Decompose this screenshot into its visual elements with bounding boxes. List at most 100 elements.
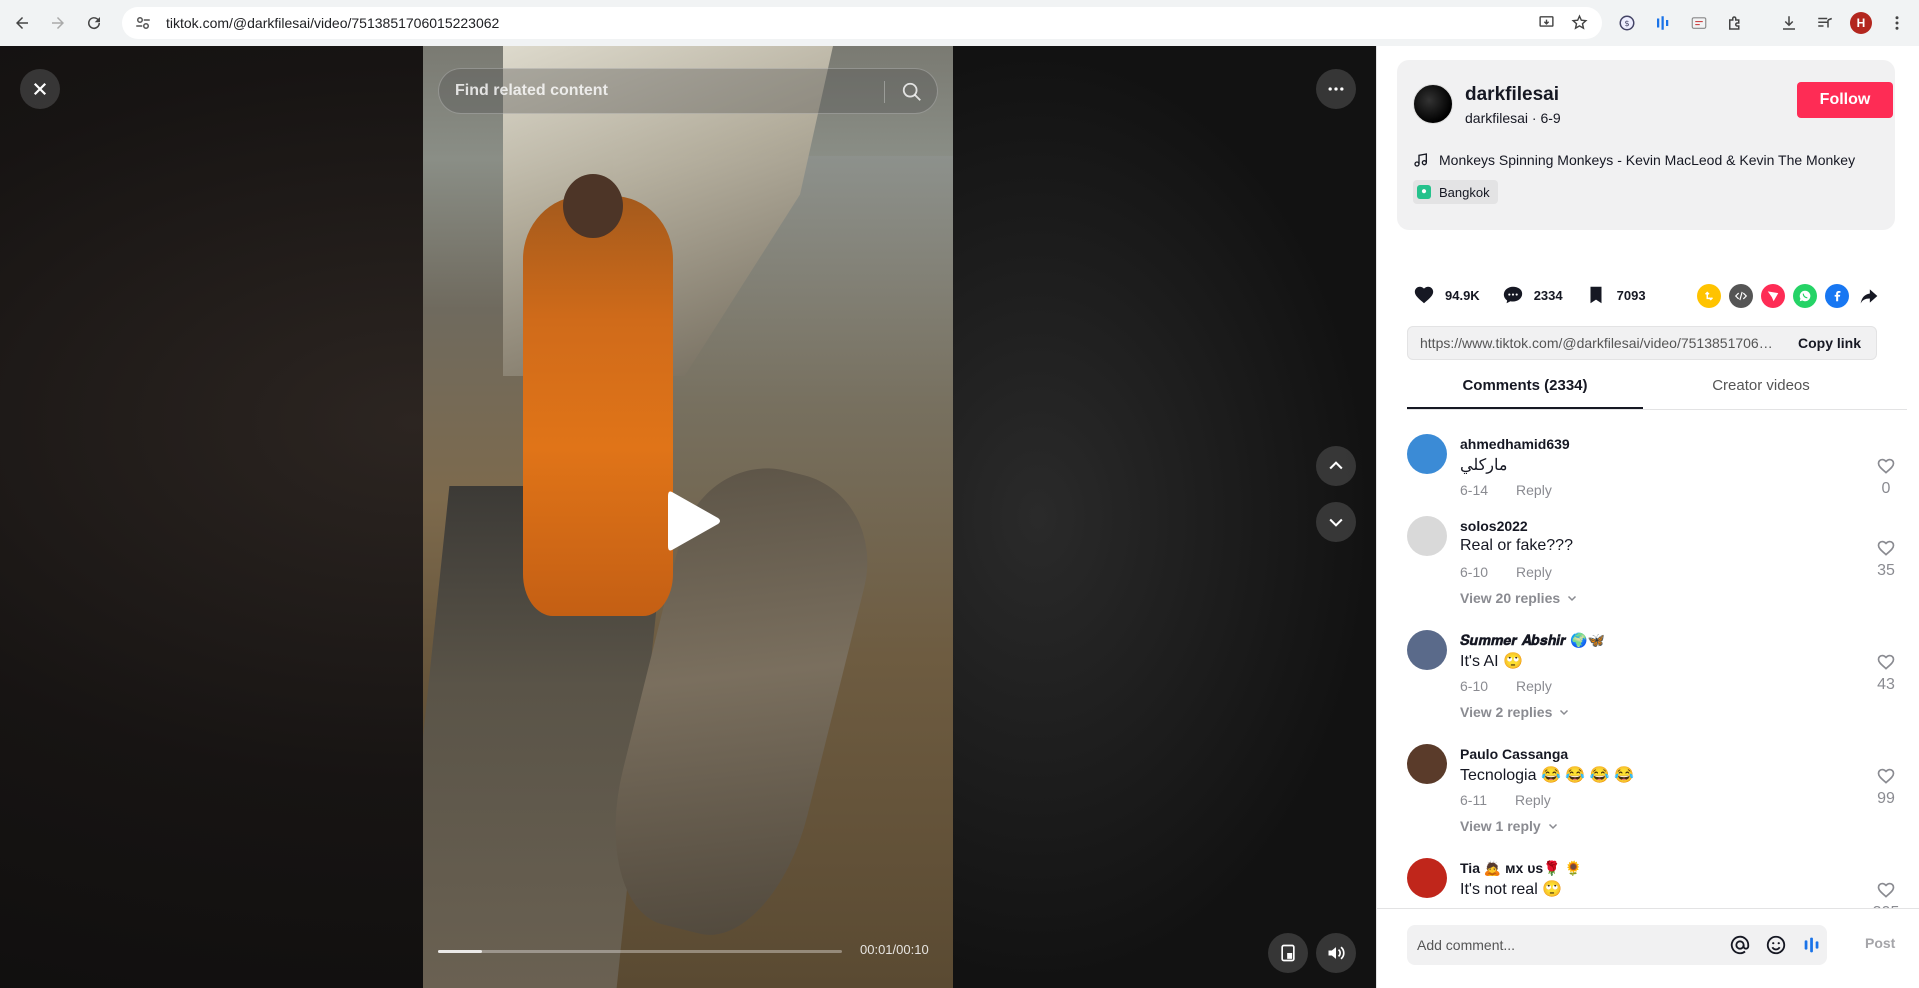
volume-icon [1328,946,1345,960]
comment-like-count: 0 [1881,480,1891,497]
tab-creator-videos[interactable]: Creator videos [1643,364,1879,409]
comment-username[interactable]: Paulo Cassanga [1460,746,1568,762]
menu-kebab-icon[interactable] [1882,7,1912,39]
send-to-friends-icon[interactable] [1761,284,1785,308]
share-buttons [1697,284,1881,308]
find-related-search[interactable] [438,68,938,114]
video-link-text[interactable]: https://www.tiktok.com/@darkfilesai/vide… [1420,335,1780,351]
view-replies-button[interactable]: View 1 reply [1460,818,1559,834]
comment-avatar[interactable] [1407,630,1447,670]
music-link[interactable]: Monkeys Spinning Monkeys - Kevin MacLeod… [1413,152,1855,168]
search-input[interactable] [455,82,875,100]
whatsapp-icon[interactable] [1793,284,1817,308]
save-stat[interactable]: 7093 [1585,284,1646,306]
comment-stat[interactable]: 2334 [1502,284,1563,306]
comment-username[interactable]: solos2022 [1460,518,1528,534]
reply-button[interactable]: Reply [1516,678,1552,694]
view-replies-label: View 20 replies [1460,590,1561,606]
audio-extension-icon[interactable] [1648,7,1678,39]
save-count: 7093 [1616,287,1646,303]
comment-input-box [1407,925,1827,965]
video-time: 00:01/00:10 [860,942,929,957]
floating-player-button[interactable] [1268,933,1308,973]
comment-like-button[interactable]: 0 [1871,456,1901,498]
voice-extension-icon[interactable] [1801,934,1823,956]
comment-avatar[interactable] [1407,516,1447,556]
play-icon[interactable] [664,486,724,556]
comment-avatar[interactable] [1407,744,1447,784]
location-pin-icon [1417,185,1431,199]
heart-outline-icon [1877,458,1895,474]
location-label: Bangkok [1439,184,1490,200]
address-bar[interactable]: tiktok.com/@darkfilesai/video/7513851706… [122,7,1602,39]
heart-outline-icon [1877,882,1895,898]
comment-like-button[interactable]: 35 [1871,538,1901,580]
share-arrow-icon[interactable] [1857,284,1881,308]
comment-like-count: 99 [1877,790,1895,807]
chevron-down-icon [1548,823,1557,830]
video-progress-bar[interactable] [438,950,842,953]
comment-avatar[interactable] [1407,858,1447,898]
author-subtitle: darkfilesai · 6-9 [1465,110,1561,126]
tab-comments[interactable]: Comments (2334) [1407,364,1643,409]
forward-icon[interactable] [40,5,76,41]
post-button[interactable]: Post [1865,935,1895,951]
comment-text: It's not real 🙄 [1460,881,1563,898]
extension-icon[interactable]: $ [1612,7,1642,39]
reply-button[interactable]: Reply [1515,792,1551,808]
download-icon[interactable] [1774,7,1804,39]
media-control-icon[interactable] [1810,7,1840,39]
location-tag[interactable]: Bangkok [1413,180,1498,204]
comment-username[interactable]: Tia 🙇 ᴍx ᴜs🌹 🌻 [1460,860,1582,877]
install-app-icon[interactable] [1538,14,1555,31]
comment-input[interactable] [1417,937,1737,953]
comment-username[interactable]: ahmedhamid639 [1460,436,1570,452]
embed-code-icon[interactable] [1729,284,1753,308]
comment-avatar[interactable] [1407,434,1447,474]
profile-avatar[interactable]: H [1846,7,1876,39]
chevron-up-icon [1329,461,1343,470]
comment-text: Real or fake??? [1460,537,1573,554]
site-settings-icon[interactable] [134,14,152,32]
comment-item: Paulo Cassanga Tecnologia 😂 😂 😂 😂 6-11 R… [1407,736,1907,850]
view-replies-label: View 1 reply [1460,818,1541,834]
comment-like-button[interactable]: 43 [1871,652,1901,694]
like-stat[interactable]: 94.9K [1413,284,1480,306]
emoji-icon[interactable] [1765,934,1787,956]
author-avatar[interactable] [1413,84,1453,124]
back-icon[interactable] [4,5,40,41]
comment-text: ماركلي [1460,457,1508,474]
comment-date: 6-10 [1460,564,1489,580]
reply-button[interactable]: Reply [1516,482,1552,498]
comment-username[interactable]: 𝑺𝒖𝒎𝒎𝒆𝒓 𝑨𝒃𝒔𝒉𝒊𝒓 🌍🦋 [1460,632,1605,649]
comment-item: solos2022 Real or fake??? 6-10 Reply Vie… [1407,508,1907,622]
copy-link-button[interactable]: Copy link [1798,335,1861,351]
reply-button[interactable]: Reply [1516,564,1552,580]
view-replies-button[interactable]: View 2 replies [1460,704,1570,720]
reload-icon[interactable] [76,5,112,41]
search-icon[interactable] [901,81,923,103]
follow-button[interactable]: Follow [1797,82,1893,118]
previous-video-button[interactable] [1316,446,1356,486]
more-options-button[interactable] [1316,69,1356,109]
url-text[interactable]: tiktok.com/@darkfilesai/video/7513851706… [166,15,499,31]
video-extension-icon[interactable] [1684,7,1714,39]
comment-date: 6-10 [1460,678,1489,694]
more-horizontal-icon [1328,87,1344,91]
repost-icon[interactable] [1697,284,1721,308]
close-button[interactable] [20,69,60,109]
mention-icon[interactable] [1729,934,1751,956]
music-title: Monkeys Spinning Monkeys - Kevin MacLeod… [1439,152,1856,168]
bookmark-star-icon[interactable] [1571,14,1588,31]
comment-like-button[interactable]: 99 [1871,766,1901,808]
bookmark-icon [1590,286,1602,304]
video-details-panel: darkfilesai darkfilesai · 6-9 Follow Mon… [1376,46,1919,988]
view-replies-button[interactable]: View 20 replies [1460,590,1578,606]
extensions-puzzle-icon[interactable] [1720,7,1750,39]
facebook-icon[interactable] [1825,284,1849,308]
author-name[interactable]: darkfilesai [1465,84,1559,106]
comment-date: 6-11 [1460,792,1487,808]
browser-toolbar: tiktok.com/@darkfilesai/video/7513851706… [0,0,1919,46]
volume-button[interactable] [1316,933,1356,973]
next-video-button[interactable] [1316,502,1356,542]
